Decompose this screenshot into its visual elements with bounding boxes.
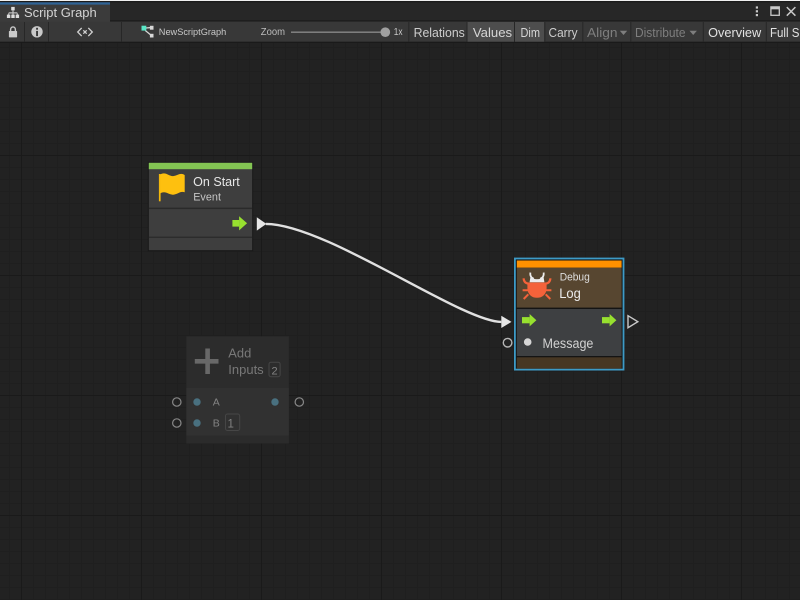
svg-text:Carry: Carry <box>549 25 578 40</box>
svg-text:Dim: Dim <box>521 25 541 40</box>
svg-text:B: B <box>213 418 220 430</box>
svg-text:Overview: Overview <box>708 25 762 40</box>
svg-text:Values: Values <box>473 25 513 40</box>
svg-text:Relations: Relations <box>414 25 466 40</box>
svg-text:Script Graph: Script Graph <box>24 6 97 20</box>
svg-text:2: 2 <box>272 366 278 378</box>
svg-text:Full S: Full S <box>770 25 800 40</box>
svg-text:Align: Align <box>587 25 618 40</box>
svg-text:Inputs: Inputs <box>228 362 263 377</box>
svg-text:Zoom: Zoom <box>261 27 285 38</box>
svg-text:Log: Log <box>559 285 581 301</box>
svg-text:1x: 1x <box>394 27 403 38</box>
svg-text:Distribute: Distribute <box>635 25 686 40</box>
svg-text:1: 1 <box>227 419 233 431</box>
svg-text:A: A <box>213 397 220 409</box>
svg-text:Add: Add <box>228 346 251 361</box>
svg-text:On Start: On Start <box>193 175 240 189</box>
svg-text:Event: Event <box>193 192 221 204</box>
svg-text:Message: Message <box>543 336 594 351</box>
svg-text:NewScriptGraph: NewScriptGraph <box>159 27 227 38</box>
svg-text:Debug: Debug <box>560 271 590 283</box>
